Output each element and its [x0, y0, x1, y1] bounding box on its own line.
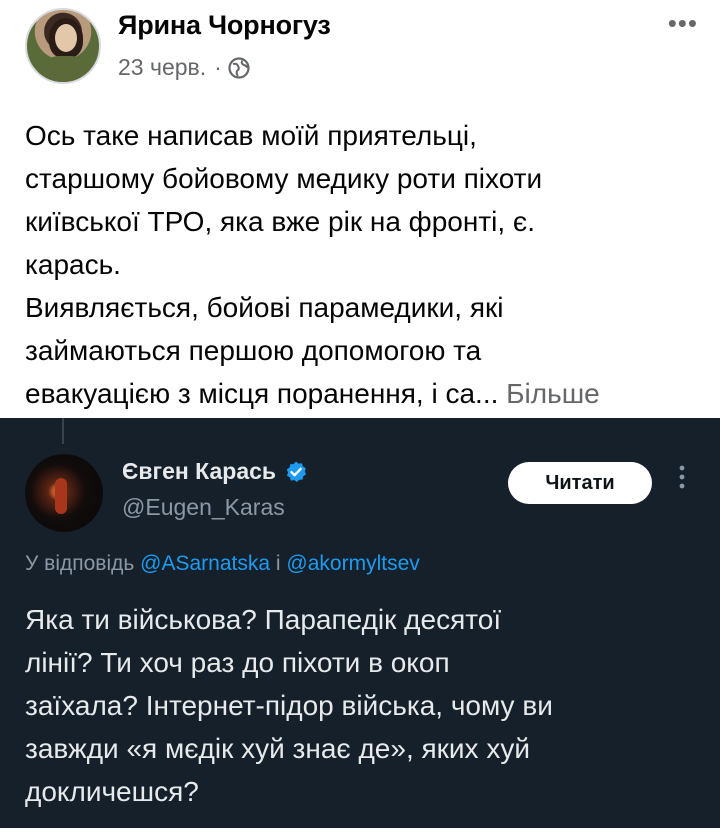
- post-text-line: Виявляється, бойові парамедики, які: [25, 292, 504, 323]
- globe-icon: [228, 56, 250, 79]
- tweet-screenshot[interactable]: Євген Карась @Eugen_Karas Читати У відпо…: [0, 418, 720, 828]
- post-options-icon[interactable]: •••: [668, 8, 698, 39]
- reply-joiner: і: [275, 552, 281, 575]
- tweet-text-line: докличешся?: [25, 776, 199, 807]
- tweet-text: Яка ти військова? Парапедік десятої ліні…: [25, 598, 705, 813]
- avatar-face: [55, 24, 77, 52]
- tweet-author-name: Євген Карась: [122, 458, 308, 485]
- mention-link: @ASarnatska: [140, 552, 271, 575]
- thread-connector-line: [62, 418, 64, 444]
- tweet-more-icon: [676, 464, 688, 490]
- post-header: Ярина Чорногуз 23 черв. · •••: [0, 0, 720, 100]
- post-text-line: Ось таке написав моїй приятельці,: [25, 120, 477, 151]
- avatar-figure: [55, 478, 67, 514]
- mention-link: @akormyltsev: [286, 552, 420, 575]
- post-text-line: займаються першою допомогою та: [25, 335, 482, 366]
- verified-badge-icon: [284, 460, 308, 484]
- see-more-link[interactable]: Більше: [506, 378, 600, 409]
- tweet-text-line: заїхала? Інтернет-підор війська, чому ви: [25, 690, 553, 721]
- tweet-handle: @Eugen_Karas: [122, 494, 285, 520]
- author-name[interactable]: Ярина Чорногуз: [118, 10, 331, 41]
- avatar-body: [39, 56, 91, 82]
- post-text-line: старшому бойовому медику роти піхоти: [25, 163, 543, 194]
- tweet-author-avatar: [25, 454, 103, 532]
- post-text-line: київської ТРО, яка вже рік на фронті, є.: [25, 206, 535, 237]
- follow-button: Читати: [508, 462, 652, 504]
- post-text-line: карась.: [25, 249, 121, 280]
- post-meta: 23 черв. ·: [118, 54, 250, 81]
- post-text-truncated: евакуацією з місця поранення, і са...: [25, 378, 499, 409]
- tweet-text-line: лінії? Ти хоч раз до піхоти в окоп: [25, 647, 450, 678]
- reply-to-line: У відповідь @ASarnatska і @akormyltsev: [25, 552, 420, 576]
- reply-prefix: У відповідь: [25, 552, 135, 575]
- post-date[interactable]: 23 черв.: [118, 54, 206, 81]
- tweet-text-line: завжди «я мєдік хуй знає де», яких хуй: [25, 733, 530, 764]
- bottom-divider: [0, 828, 720, 836]
- tweet-text-line: Яка ти військова? Парапедік десятої: [25, 604, 502, 635]
- tweet-display-name: Євген Карась: [122, 458, 277, 484]
- author-avatar[interactable]: [25, 8, 101, 84]
- post-text-line-last: евакуацією з місця поранення, і са... Бі…: [25, 372, 695, 415]
- meta-separator: ·: [214, 54, 222, 80]
- post-text: Ось таке написав моїй приятельці, старшо…: [25, 114, 695, 415]
